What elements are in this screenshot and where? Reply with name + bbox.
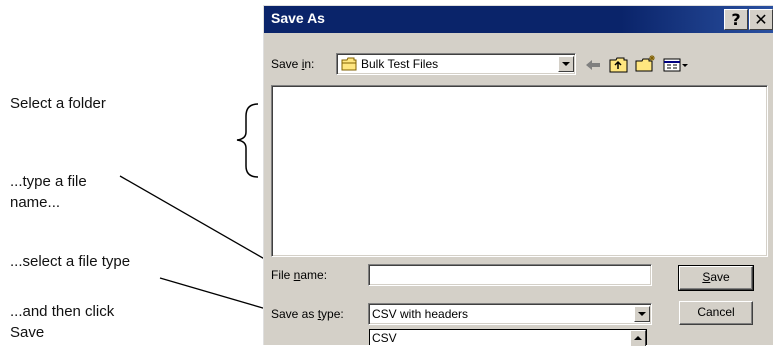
save-button[interactable]: Save [678,265,754,291]
save-in-value: Bulk Test Files [361,57,439,71]
close-button[interactable]: ✕ [749,9,773,30]
file-name-input[interactable] [368,264,652,286]
help-button[interactable]: ? [724,9,748,30]
folder-icon [341,57,357,71]
brace-icon [236,103,259,178]
title-bar[interactable]: Save As ? ✕ [264,6,773,33]
save-as-type-label: Save as type: [271,307,344,321]
file-list-area[interactable] [271,85,768,257]
view-menu-icon[interactable] [663,57,689,73]
button-label: ave [710,270,730,284]
save-as-type-dropdown-button[interactable] [634,306,650,322]
save-as-type-dropdown-list[interactable]: CSV [369,329,647,346]
save-in-combo[interactable]: Bulk Test Files [336,53,576,75]
back-arrow-icon[interactable] [584,57,602,73]
leader-line-savetype [159,277,281,314]
list-item[interactable]: CSV [372,331,397,345]
up-folder-icon[interactable] [609,57,629,73]
save-as-dialog: Save As ? ✕ Save in: Bulk Test Files Fil… [263,5,773,345]
scroll-up-button[interactable] [630,330,646,346]
new-folder-icon[interactable] [635,54,657,72]
label-part: File [271,268,294,282]
save-as-type-value: CSV with headers [372,307,469,321]
label-part: Save as [271,307,318,321]
file-name-label: File name: [271,268,327,282]
save-in-dropdown-button[interactable] [558,56,574,72]
leader-line-filename [119,175,283,270]
save-in-label: Save in: [271,57,314,71]
label-part: ype: [321,307,344,321]
label-part: Save [271,57,302,71]
label-part: ame: [300,268,328,282]
save-as-type-combo[interactable]: CSV with headers [368,303,652,325]
label-part: n: [304,57,315,71]
cancel-button[interactable]: Cancel [679,301,753,325]
dialog-title: Save As [271,10,325,26]
